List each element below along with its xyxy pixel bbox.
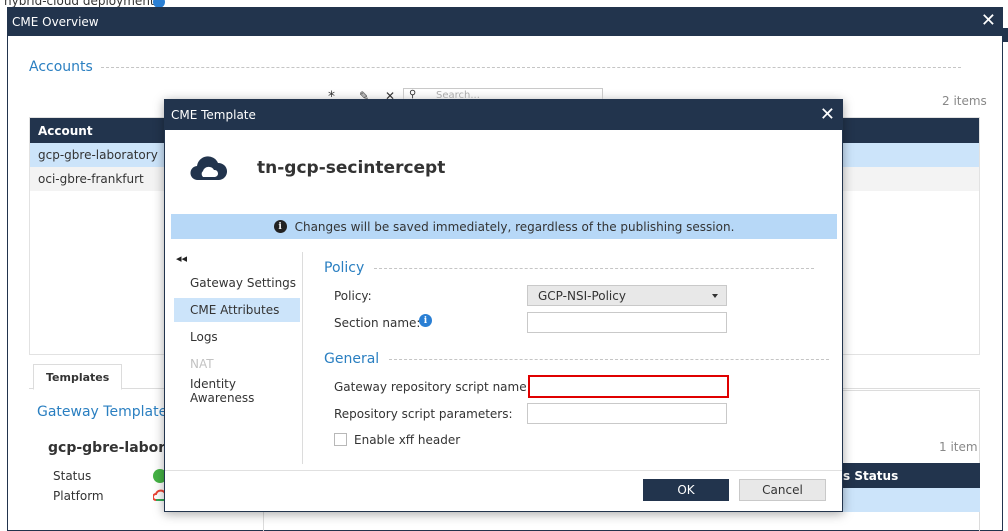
repo-script-label: Gateway repository script name: bbox=[334, 380, 531, 394]
repo-params-input[interactable] bbox=[527, 403, 727, 424]
delete-icon[interactable]: ✕ bbox=[385, 89, 395, 103]
column-account[interactable]: Account bbox=[38, 124, 93, 138]
banner-text: Changes will be saved immediately, regar… bbox=[294, 219, 735, 234]
policy-select-value: GCP-NSI-Policy bbox=[538, 288, 626, 303]
repo-script-input[interactable] bbox=[528, 375, 729, 398]
tab-templates[interactable]: Templates bbox=[33, 364, 123, 390]
general-heading: General bbox=[324, 351, 830, 367]
search-icon: ⚲ bbox=[409, 89, 417, 99]
template-name: tn-gcp-secintercept bbox=[257, 158, 446, 178]
accounts-heading: Accounts bbox=[29, 59, 961, 75]
section-name-label: Section name: bbox=[334, 316, 421, 330]
side-nav: ◂◂ Gateway Settings CME Attributes Logs … bbox=[173, 252, 303, 464]
divider bbox=[374, 267, 815, 269]
repo-params-label: Repository script parameters: bbox=[334, 407, 513, 421]
search-placeholder: Search... bbox=[436, 90, 480, 99]
status-column-label: s Status bbox=[843, 468, 899, 483]
close-icon[interactable]: ✕ bbox=[820, 104, 835, 125]
policy-select[interactable]: GCP-NSI-Policy bbox=[527, 285, 727, 306]
dialog-title: CME Template bbox=[171, 108, 256, 122]
divider bbox=[165, 470, 842, 471]
policy-label: Policy: bbox=[334, 289, 372, 303]
platform-label: Platform bbox=[53, 489, 104, 503]
edit-icon[interactable]: ✎ bbox=[359, 89, 369, 103]
status-label: Status bbox=[53, 469, 92, 483]
nav-item-gateway-settings[interactable]: Gateway Settings bbox=[174, 271, 300, 295]
section-name-input[interactable] bbox=[527, 312, 727, 333]
items-count: 1 item bbox=[939, 440, 978, 454]
cme-template-dialog: CME Template ✕ tn-gcp-secintercept i Cha… bbox=[164, 99, 843, 512]
close-icon[interactable]: ✕ bbox=[981, 11, 996, 31]
xff-checkbox[interactable] bbox=[334, 433, 347, 446]
gateway-templates-heading: Gateway Templates bbox=[37, 404, 174, 420]
items-count: 2 items bbox=[942, 94, 987, 108]
status-column-header[interactable]: s Status bbox=[841, 463, 980, 488]
search-input[interactable]: ⚲ Search... bbox=[403, 88, 603, 99]
dialog-title: CME Overview bbox=[12, 15, 99, 29]
divider bbox=[389, 358, 830, 360]
chevron-down-icon bbox=[712, 294, 718, 298]
info-banner: i Changes will be saved immediately, reg… bbox=[171, 214, 837, 239]
collapse-icon[interactable]: ◂◂ bbox=[176, 252, 187, 265]
nav-item-cme-attributes[interactable]: CME Attributes bbox=[174, 298, 300, 322]
asterisk-icon[interactable]: * bbox=[328, 89, 335, 105]
xff-label: Enable xff header bbox=[354, 433, 461, 447]
nav-item-logs[interactable]: Logs bbox=[174, 325, 300, 349]
policy-heading: Policy bbox=[324, 260, 815, 276]
ok-button[interactable]: OK bbox=[643, 479, 729, 501]
general-heading-label: General bbox=[324, 351, 380, 367]
table-row[interactable] bbox=[841, 488, 980, 512]
cloud-icon bbox=[190, 156, 227, 181]
cme-overview-titlebar: CME Overview bbox=[8, 8, 1002, 36]
divider bbox=[100, 66, 961, 68]
help-icon[interactable]: i bbox=[419, 314, 432, 327]
info-icon: i bbox=[273, 220, 287, 233]
gateway-templates-label: Gateway Templates bbox=[37, 404, 175, 420]
policy-heading-label: Policy bbox=[324, 260, 365, 276]
nav-item-nat: NAT bbox=[190, 357, 214, 371]
account-name: oci-gbre-frankfurt bbox=[38, 172, 144, 186]
cme-template-titlebar: CME Template bbox=[165, 100, 842, 130]
nav-item-identity-awareness[interactable]: Identity Awareness bbox=[174, 377, 300, 405]
accounts-heading-label: Accounts bbox=[29, 59, 93, 75]
account-name: gcp-gbre-laboratory bbox=[38, 148, 158, 162]
cancel-button[interactable]: Cancel bbox=[739, 479, 826, 501]
